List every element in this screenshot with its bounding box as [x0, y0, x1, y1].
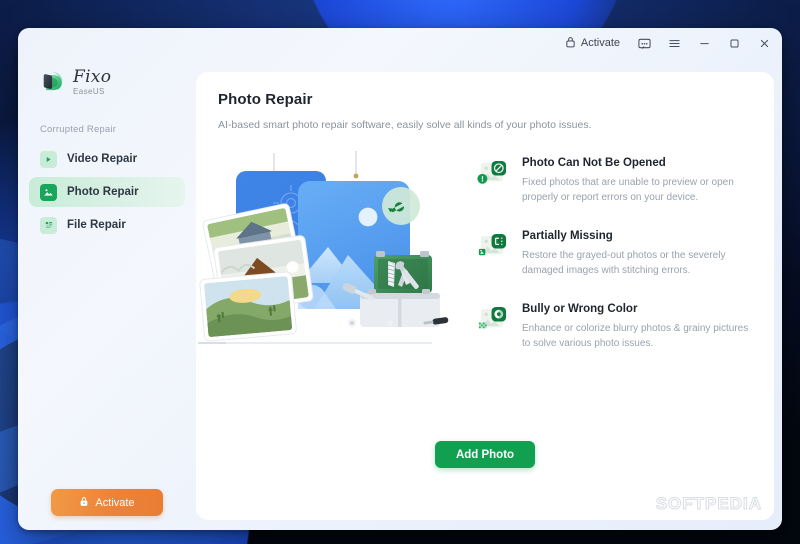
photo-repair-illustration [196, 143, 468, 431]
feature-text: Bully or Wrong Color Enhance or colorize… [522, 303, 754, 351]
titlebar: Activate [18, 28, 782, 58]
feature-item: Partially Missing Restore the grayed-out… [476, 230, 754, 278]
brand: Fixo EaseUS [18, 58, 196, 104]
cta-row: Add Photo [196, 441, 774, 468]
content-panel: Photo Repair AI-based smart photo repair… [196, 72, 774, 520]
minimize-icon[interactable] [690, 32, 718, 54]
feature-title: Bully or Wrong Color [522, 303, 638, 315]
sidebar-nav: Video Repair Photo Repair File Repair [18, 144, 196, 240]
sidebar-section-label: Corrupted Repair [40, 124, 117, 135]
video-play-icon [40, 150, 57, 168]
brand-text: Fixo EaseUS [73, 66, 112, 96]
activate-button-label: Activate [95, 496, 135, 509]
desktop-background: Activate Fixo EaseUS Corrupted Repair Vi… [0, 0, 800, 544]
feature-desc: Fixed photos that are unable to preview … [522, 177, 734, 203]
feature-title: Partially Missing [522, 230, 613, 242]
add-photo-button[interactable]: Add Photo [435, 441, 535, 468]
feature-item: Photo Can Not Be Opened Fixed photos tha… [476, 157, 754, 205]
feedback-chat-icon[interactable] [630, 32, 658, 54]
photo-partial-icon [476, 232, 509, 265]
photo-color-icon [476, 305, 509, 338]
sidebar-item-label: Video Repair [67, 153, 138, 165]
sidebar-item-video-repair[interactable]: Video Repair [29, 144, 185, 174]
lock-icon [565, 36, 576, 51]
lock-icon [79, 496, 89, 510]
photo-blocked-icon [476, 159, 509, 192]
window-body: Fixo EaseUS Corrupted Repair Video Repai… [18, 58, 782, 530]
sidebar-item-file-repair[interactable]: File Repair [29, 210, 185, 240]
sidebar-item-label: Photo Repair [67, 186, 139, 198]
page-subtitle: AI-based smart photo repair software, ea… [218, 119, 592, 131]
feature-text: Photo Can Not Be Opened Fixed photos tha… [522, 157, 754, 205]
fixo-app-window: Activate Fixo EaseUS Corrupted Repair Vi… [18, 28, 782, 530]
panel-main: Photo Can Not Be Opened Fixed photos tha… [196, 131, 774, 431]
feature-title: Photo Can Not Be Opened [522, 157, 666, 169]
file-document-icon [40, 216, 57, 234]
photo-image-icon [40, 183, 57, 201]
feature-text: Partially Missing Restore the grayed-out… [522, 230, 754, 278]
feature-desc: Enhance or colorize blurry photos & grai… [522, 323, 749, 349]
close-icon[interactable] [750, 32, 778, 54]
feature-item: Bully or Wrong Color Enhance or colorize… [476, 303, 754, 351]
feature-list: Photo Can Not Be Opened Fixed photos tha… [468, 143, 774, 431]
brand-name: Fixo [73, 66, 112, 87]
softpedia-watermark: SOFTPEDIA [655, 494, 762, 514]
sidebar-item-label: File Repair [67, 219, 126, 231]
maximize-icon[interactable] [720, 32, 748, 54]
sidebar-item-photo-repair[interactable]: Photo Repair [29, 177, 185, 207]
sidebar: Fixo EaseUS Corrupted Repair Video Repai… [18, 58, 196, 530]
page-title: Photo Repair [218, 91, 313, 108]
activate-button[interactable]: Activate [51, 489, 163, 516]
hamburger-menu-icon[interactable] [660, 32, 688, 54]
fixo-logo-icon [40, 69, 66, 95]
feature-desc: Restore the grayed-out photos or the sev… [522, 250, 726, 276]
brand-vendor: EaseUS [73, 86, 105, 96]
titlebar-activate-label: Activate [580, 37, 620, 49]
titlebar-activate-button[interactable]: Activate [557, 33, 628, 54]
